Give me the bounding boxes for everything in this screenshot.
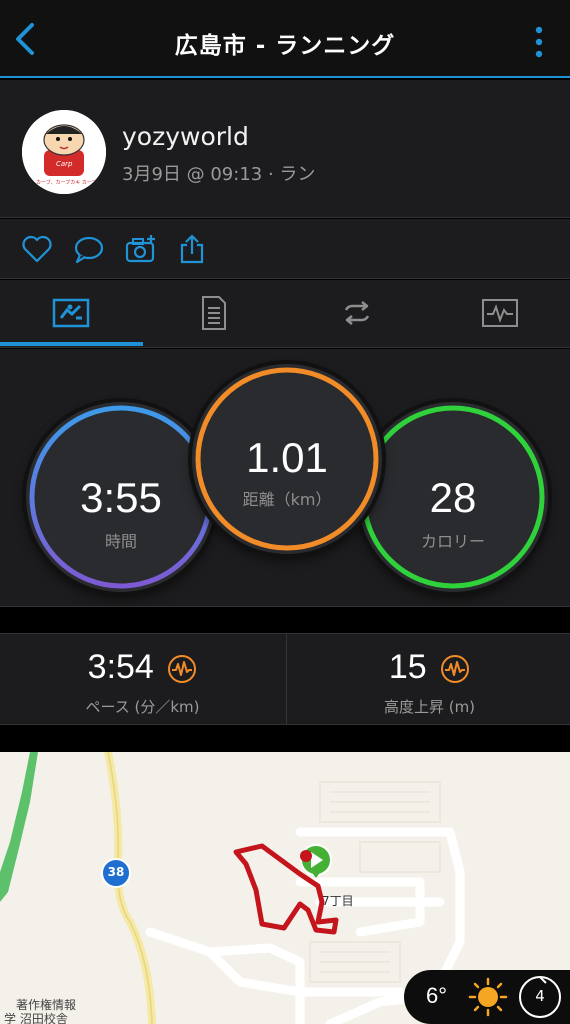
pace-label: ペース (分／km) xyxy=(85,698,200,716)
elevation-label: 高度上昇 (m) xyxy=(383,698,476,716)
avatar[interactable]: Carp カーブ、カーブカキ カーブ! xyxy=(22,110,106,194)
calories-label: カロリー xyxy=(420,532,485,551)
distance-value: 1.01 xyxy=(246,434,328,481)
chart-graph-icon xyxy=(482,299,518,327)
pace-value: 3:54 xyxy=(87,648,154,686)
pace-stat[interactable]: 3:54 ペース (分／km) xyxy=(0,634,285,726)
share-icon[interactable] xyxy=(176,233,210,265)
like-heart-icon[interactable] xyxy=(20,233,54,265)
laps-loop-icon xyxy=(344,301,370,325)
distance-label: 距離（km） xyxy=(242,490,332,509)
elevation-value-wrap: 15 xyxy=(287,648,570,687)
area-label: 7丁目 xyxy=(322,894,354,908)
temperature: 6° xyxy=(426,983,448,1008)
username[interactable]: yozyworld xyxy=(122,122,249,151)
add-photo-camera-icon[interactable] xyxy=(124,233,158,265)
secondary-stats: 3:54 ペース (分／km) 15 高度上昇 (m) xyxy=(0,633,570,725)
elevation-value: 15 xyxy=(388,648,427,686)
time-value: 3:55 xyxy=(80,474,162,521)
calories-metric-circle[interactable]: 28 カロリー xyxy=(358,402,548,592)
more-vertical-icon[interactable] xyxy=(534,26,544,58)
wind-speed: 4 xyxy=(535,987,545,1005)
calories-value: 28 xyxy=(429,474,477,521)
pulse-chart-icon xyxy=(441,655,470,684)
svg-text:カーブ、カーブカキ カーブ!: カーブ、カーブカキ カーブ! xyxy=(36,179,99,186)
stats-divider xyxy=(286,634,287,724)
active-tab-indicator xyxy=(0,342,143,346)
tab-details[interactable] xyxy=(143,280,285,346)
tab-laps[interactable] xyxy=(286,280,428,346)
comment-bubble-icon[interactable] xyxy=(72,233,106,265)
svg-text:Carp: Carp xyxy=(56,160,73,168)
runner-stats-icon xyxy=(52,298,90,328)
route-number: 38 xyxy=(107,865,125,879)
avatar-image: Carp カーブ、カーブカキ カーブ! xyxy=(22,110,106,194)
activity-date-type: 3月9日 @ 09:13 · ラン xyxy=(122,164,316,185)
social-action-bar xyxy=(0,219,570,279)
document-list-icon xyxy=(202,296,226,330)
nav-bar: 広島市 - ランニング xyxy=(0,0,570,78)
page-title: 広島市 - ランニング xyxy=(174,33,396,59)
school-label: 学 沼田校舎 xyxy=(4,1012,68,1024)
time-metric-circle[interactable]: 3:55 時間 xyxy=(26,402,216,592)
pace-value-wrap: 3:54 xyxy=(0,648,285,687)
pulse-chart-icon xyxy=(168,655,197,684)
time-label: 時間 xyxy=(104,532,137,551)
distance-metric-circle[interactable]: 1.01 距離（km） xyxy=(192,364,382,554)
tab-charts[interactable] xyxy=(429,280,570,346)
activity-tabs xyxy=(0,280,570,348)
sun-icon xyxy=(468,977,508,1017)
tab-overview[interactable] xyxy=(0,280,142,346)
weather-widget[interactable]: 6° 4 xyxy=(404,970,570,1024)
activity-header: Carp カーブ、カーブカキ カーブ! yozyworld 3月9日 @ 09:… xyxy=(0,80,570,218)
elevation-stat[interactable]: 15 高度上昇 (m) xyxy=(287,634,570,726)
